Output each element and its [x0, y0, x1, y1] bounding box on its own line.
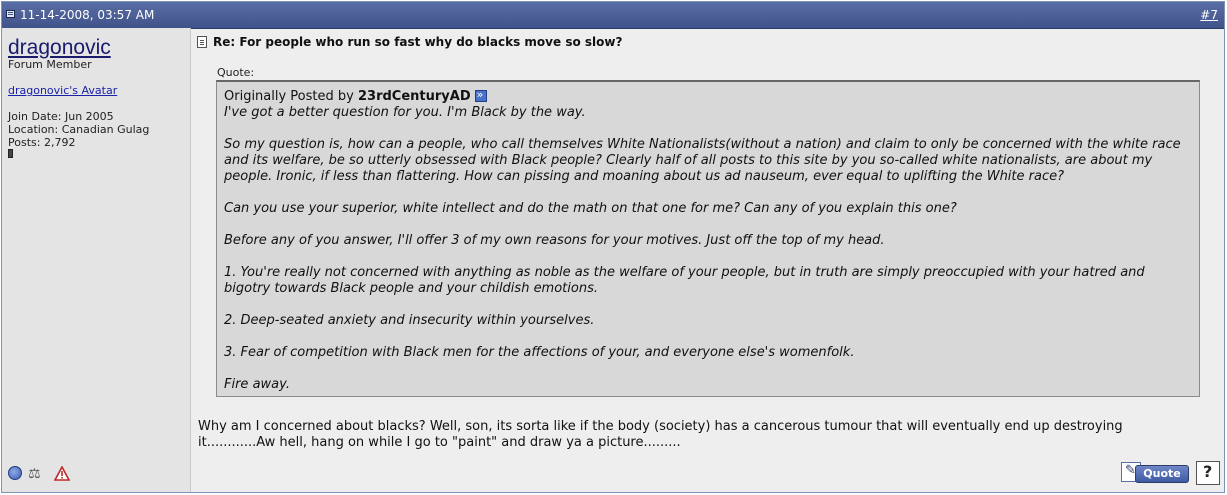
join-date: Join Date: Jun 2005 — [8, 110, 114, 123]
post-title-row: Re: For people who run so fast why do bl… — [197, 35, 622, 49]
quote-paragraph: So my question is, how can a people, who… — [224, 137, 1181, 184]
reputation-icon[interactable]: ⚖ — [28, 466, 41, 482]
quote-origin: Originally Posted by 23rdCenturyAD — [224, 87, 1192, 105]
report-icon[interactable] — [53, 465, 71, 485]
user-info: Join Date: Jun 2005 Location: Canadian G… — [8, 110, 149, 149]
document-icon — [197, 36, 207, 48]
post-date: 11-14-2008, 03:57 AM — [20, 8, 155, 22]
post-number-link[interactable]: #7 — [1200, 8, 1218, 22]
post-icon — [6, 10, 15, 18]
quote-author: 23rdCenturyAD — [357, 89, 471, 104]
quote-paragraph: Can you use your superior, white intelle… — [224, 201, 957, 216]
post-count: Posts: 2,792 — [8, 136, 76, 149]
quote-label: Quote: — [217, 66, 255, 79]
quote-paragraph: Before any of you answer, I'll offer 3 o… — [224, 233, 885, 248]
multiquote-icon[interactable] — [1196, 461, 1220, 485]
quote-origin-prefix: Originally Posted by — [224, 89, 354, 104]
quote-paragraph: 2. Deep-seated anxiety and insecurity wi… — [224, 313, 595, 328]
post-body: Why am I concerned about blacks? Well, s… — [198, 419, 1123, 450]
reputation-bar — [8, 149, 13, 158]
quote-paragraph: Fire away. — [224, 377, 290, 392]
quote-paragraph: 3. Fear of competition with Black men fo… — [224, 345, 855, 360]
location: Location: Canadian Gulag — [8, 123, 150, 136]
quote-box: Originally Posted by 23rdCenturyAD I've … — [216, 80, 1200, 397]
post-content: Re: For people who run so fast why do bl… — [191, 28, 1224, 492]
quote-paragraph: I've got a better question for you. I'm … — [224, 105, 586, 120]
online-status-icon — [8, 466, 22, 480]
user-sidebar: dragonovic Forum Member dragonovic's Ava… — [2, 28, 191, 492]
username-link[interactable]: dragonovic — [8, 36, 111, 60]
forum-post: 11-14-2008, 03:57 AM #7 dragonovic Forum… — [1, 1, 1225, 493]
view-post-icon[interactable] — [474, 87, 487, 103]
post-header: 11-14-2008, 03:57 AM #7 — [2, 2, 1224, 29]
quote-paragraph: 1. You're really not concerned with anyt… — [224, 265, 1145, 296]
quote-button[interactable]: Quote — [1121, 462, 1189, 484]
avatar-link[interactable]: dragonovic's Avatar — [8, 84, 117, 97]
post-title: Re: For people who run so fast why do bl… — [213, 35, 623, 49]
quote-button-label: Quote — [1135, 465, 1189, 483]
user-title: Forum Member — [8, 58, 92, 71]
